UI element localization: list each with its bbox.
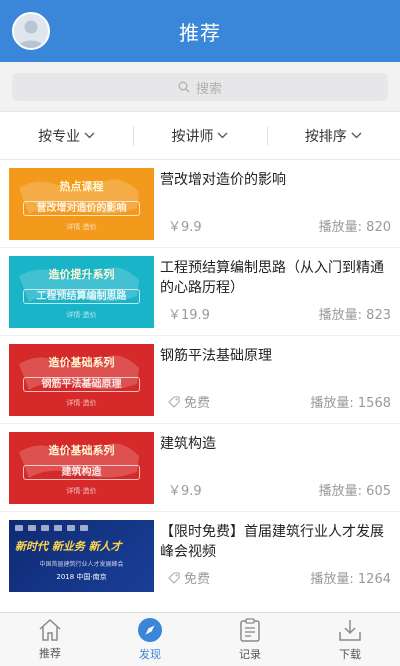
- filter-label: 按讲师: [171, 128, 214, 145]
- tab-downloads[interactable]: 下载: [300, 613, 400, 666]
- tag-icon: [168, 571, 180, 584]
- thumbnail-series: 造价基础系列: [48, 444, 115, 457]
- filter-by-sort[interactable]: 按排序: [266, 112, 400, 159]
- app-root: 推荐 搜索 按专业 按讲师 按排序 热点课程 营改增对造价的影响 详情·造价 营…: [0, 0, 400, 666]
- thumbnail-caption: 钢筋平法基础原理: [23, 377, 140, 392]
- avatar[interactable]: [12, 12, 50, 50]
- course-item[interactable]: 热点课程 营改增对造价的影响 详情·造价 营改增对造价的影响 ￥9.9 播放量:…: [0, 160, 400, 248]
- course-title: 建筑构造: [160, 436, 216, 452]
- tab-recommend[interactable]: 推荐: [0, 613, 100, 666]
- tab-label: 发现: [139, 648, 161, 661]
- sponsor-logos: [15, 525, 135, 533]
- thumbnail-series: 造价基础系列: [48, 356, 115, 369]
- user-silhouette-icon: [14, 14, 48, 48]
- course-price: ￥19.9: [168, 304, 210, 323]
- course-item[interactable]: 造价基础系列 建筑构造 详情·造价 建筑构造 ￥9.9 播放量: 605: [0, 424, 400, 512]
- top-bar: 推荐: [0, 0, 400, 62]
- search-bar: 搜索: [0, 62, 400, 112]
- tab-label: 记录: [239, 648, 261, 661]
- play-count: 播放量: 823: [318, 308, 391, 323]
- chevron-down-icon: [351, 132, 362, 139]
- course-thumbnail: 新时代 新业务 新人才 中国首届建筑行业人才发展峰会 2018 中国·南京: [9, 520, 154, 592]
- course-title: 【限时免费】首届建筑行业人才发展峰会视频: [160, 524, 384, 560]
- thumbnail-footer: 2018 中国·南京: [56, 573, 107, 581]
- price-value: 免费: [184, 396, 211, 411]
- thumbnail-caption: 建筑构造: [23, 465, 140, 480]
- bottom-tab-bar: 推荐 发现 记录 下载: [0, 612, 400, 666]
- course-thumbnail: 热点课程 营改增对造价的影响 详情·造价: [9, 168, 154, 240]
- price-value: ￥19.9: [168, 308, 210, 323]
- search-icon: [178, 81, 190, 93]
- course-thumbnail: 造价提升系列 工程预结算编制思路 详情·造价: [9, 256, 154, 328]
- search-placeholder: 搜索: [195, 81, 222, 97]
- course-item[interactable]: 新时代 新业务 新人才 中国首届建筑行业人才发展峰会 2018 中国·南京 【限…: [0, 512, 400, 600]
- course-item[interactable]: 造价基础系列 钢筋平法基础原理 详情·造价 钢筋平法基础原理 免费 播放量: 1…: [0, 336, 400, 424]
- play-count: 播放量: 1568: [310, 396, 391, 411]
- course-title: 钢筋平法基础原理: [160, 348, 272, 364]
- course-item[interactable]: 造价提升系列 工程预结算编制思路 详情·造价 工程预结算编制思路（从入门到精通的…: [0, 248, 400, 336]
- course-title: 营改增对造价的影响: [160, 172, 286, 188]
- home-icon: [39, 618, 61, 641]
- compass-icon: [138, 618, 162, 642]
- course-price: 免费: [168, 568, 210, 587]
- filter-label: 按排序: [304, 128, 347, 145]
- course-thumbnail: 造价基础系列 建筑构造 详情·造价: [9, 432, 154, 504]
- filter-bar: 按专业 按讲师 按排序: [0, 112, 400, 160]
- thumbnail-footer: 详情·造价: [66, 311, 97, 319]
- course-price: ￥9.9: [168, 216, 202, 235]
- filter-by-major[interactable]: 按专业: [0, 112, 133, 159]
- play-count: 播放量: 605: [318, 484, 391, 499]
- course-thumbnail: 造价基础系列 钢筋平法基础原理 详情·造价: [9, 344, 154, 416]
- filter-label: 按专业: [38, 128, 81, 145]
- thumbnail-series: 热点课程: [59, 180, 104, 193]
- tag-icon: [168, 395, 180, 408]
- chevron-down-icon: [84, 132, 95, 139]
- play-count: 播放量: 820: [318, 220, 391, 235]
- thumbnail-footer: 详情·造价: [66, 487, 97, 495]
- price-value: ￥9.9: [168, 220, 202, 235]
- thumbnail-headline: 新时代 新业务 新人才: [15, 540, 122, 553]
- price-value: 免费: [184, 572, 211, 587]
- thumbnail-footer: 详情·造价: [66, 399, 97, 407]
- tab-label: 推荐: [39, 647, 61, 660]
- course-price: ￥9.9: [168, 480, 202, 499]
- filter-by-lecturer[interactable]: 按讲师: [133, 112, 266, 159]
- thumbnail-subtitle: 中国首届建筑行业人才发展峰会: [39, 561, 124, 568]
- play-count: 播放量: 1264: [310, 572, 391, 587]
- search-input[interactable]: 搜索: [12, 73, 388, 101]
- page-title: 推荐: [179, 20, 221, 45]
- course-price: 免费: [168, 392, 210, 411]
- tab-discover[interactable]: 发现: [100, 613, 200, 666]
- price-value: ￥9.9: [168, 484, 202, 499]
- thumbnail-series: 造价提升系列: [48, 268, 115, 281]
- clipboard-icon: [240, 618, 260, 642]
- tab-records[interactable]: 记录: [200, 613, 300, 666]
- course-title: 工程预结算编制思路（从入门到精通的心路历程）: [160, 260, 384, 296]
- thumbnail-caption: 营改增对造价的影响: [23, 201, 140, 216]
- thumbnail-caption: 工程预结算编制思路: [23, 289, 140, 304]
- thumbnail-footer: 详情·造价: [66, 223, 97, 231]
- download-icon: [339, 620, 361, 641]
- tab-label: 下载: [339, 648, 361, 661]
- chevron-down-icon: [217, 132, 228, 139]
